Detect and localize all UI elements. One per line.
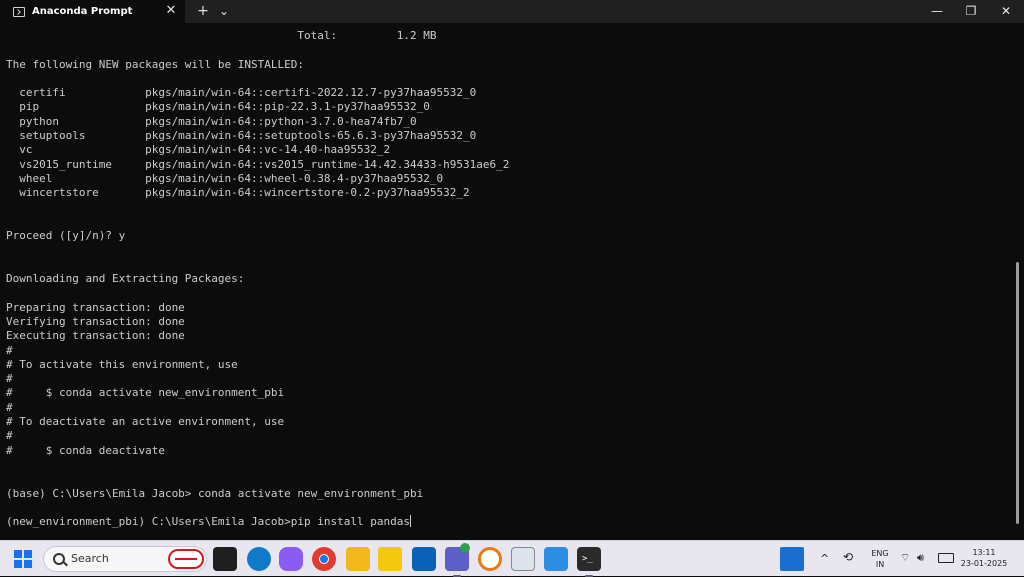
terminal-line: # — [6, 400, 13, 414]
new-tab-button[interactable]: + — [195, 2, 211, 20]
terminal-line: The following NEW packages will be INSTA… — [6, 57, 305, 71]
tab-title: Anaconda Prompt — [32, 6, 133, 17]
sync-icon[interactable]: ⟲ — [843, 551, 853, 563]
wifi-icon[interactable]: ⌔ — [900, 552, 910, 563]
widgets-icon[interactable] — [780, 547, 804, 571]
tab-anaconda-prompt[interactable]: Anaconda Prompt ✕ — [0, 0, 185, 23]
folder-icon[interactable] — [346, 547, 370, 571]
terminal-line: setuptools pkgs/main/win-64::setuptools-… — [6, 129, 477, 143]
terminal-icon[interactable]: >_ — [577, 547, 601, 577]
file-explorer-icon[interactable] — [213, 547, 237, 571]
teams-status-icon — [460, 543, 470, 553]
taskbar: Search >_ ^ ⟲ ENG IN ⌔ 🔊︎ 13:11 23-01-20… — [0, 540, 1024, 577]
language-line1: ENG — [871, 549, 889, 558]
windows-logo-icon — [14, 550, 22, 558]
search-icon — [53, 553, 65, 565]
edge-icon[interactable] — [247, 547, 271, 571]
power-bi-icon[interactable] — [378, 547, 402, 571]
terminal-icon — [13, 6, 25, 17]
tab-dropdown-button[interactable]: ⌄ — [217, 2, 231, 20]
language-indicator[interactable]: ENG IN — [868, 548, 892, 570]
teams-icon[interactable] — [445, 543, 470, 577]
search-highlight-icon — [168, 549, 204, 569]
chrome-icon[interactable] — [312, 547, 336, 571]
terminal-line: certifi pkgs/main/win-64::certifi-2022.1… — [6, 86, 477, 100]
terminal-line: Downloading and Extracting Packages: — [6, 272, 245, 286]
terminal-line: # $ conda activate new_environment_pbi — [6, 386, 285, 400]
terminal-line: Executing transaction: done — [6, 329, 185, 343]
clock[interactable]: 13:11 23-01-2025 — [958, 547, 1010, 569]
taskbar-search[interactable]: Search — [43, 546, 207, 572]
maximize-button[interactable]: ❐ — [954, 0, 988, 23]
terminal-line: wincertstore pkgs/main/win-64::wincertst… — [6, 186, 470, 200]
terminal-line: Verifying transaction: done — [6, 314, 185, 328]
language-line2: IN — [875, 560, 885, 569]
minimize-button[interactable]: — — [920, 0, 954, 23]
close-button[interactable]: ✕ — [989, 0, 1023, 23]
start-button[interactable] — [14, 550, 32, 568]
terminal-line: wheel pkgs/main/win-64::wheel-0.38.4-py3… — [6, 171, 444, 185]
battery-icon[interactable] — [938, 553, 954, 563]
terminal-line: Proceed ([y]/n)? y — [6, 229, 126, 243]
terminal-line: # $ conda deactivate — [6, 443, 165, 457]
copilot-icon[interactable] — [279, 547, 303, 571]
terminal-line: # — [6, 343, 13, 357]
terminal-line: Total: 1.2 MB — [6, 29, 437, 42]
terminal-line: # To deactivate an active environment, u… — [6, 415, 285, 429]
terminal-line: Preparing transaction: done — [6, 300, 185, 314]
terminal-line: vc pkgs/main/win-64::vc-14.40-haa95532_2 — [6, 143, 391, 157]
terminal-line: python pkgs/main/win-64::python-3.7.0-he… — [6, 114, 417, 128]
clock-time: 13:11 — [972, 548, 996, 557]
terminal-line: # — [6, 372, 13, 386]
terminal-output[interactable]: Total: 1.2 MB The following NEW packages… — [6, 29, 1010, 529]
notepad-icon[interactable] — [511, 547, 535, 571]
title-bar: Anaconda Prompt ✕ + ⌄ — ❐ ✕ — [0, 0, 1024, 23]
terminal-line: # — [6, 429, 13, 443]
volume-icon[interactable]: 🔊︎ — [917, 552, 924, 563]
terminal-line: (base) C:\Users\Emila Jacob> conda activ… — [6, 486, 424, 500]
text-cursor — [409, 515, 411, 528]
notes-icon[interactable] — [478, 547, 502, 571]
outlook-icon[interactable] — [412, 547, 436, 571]
chevron-up-icon[interactable]: ^ — [820, 553, 829, 564]
paint-icon[interactable] — [544, 547, 568, 571]
tab-close-button[interactable]: ✕ — [163, 3, 179, 19]
search-placeholder: Search — [71, 552, 109, 565]
terminal-command-text: (new_environment_pbi) C:\Users\Emila Jac… — [6, 515, 410, 529]
terminal-line: vs2015_runtime pkgs/main/win-64::vs2015_… — [6, 157, 510, 171]
terminal-line: # To activate this environment, use — [6, 357, 238, 371]
clock-date: 23-01-2025 — [960, 559, 1008, 568]
vertical-scrollbar[interactable] — [1016, 262, 1019, 524]
terminal-prompt-line[interactable]: (new_environment_pbi) C:\Users\Emila Jac… — [6, 515, 1010, 529]
terminal-line: pip pkgs/main/win-64::pip-22.3.1-py37haa… — [6, 100, 430, 114]
